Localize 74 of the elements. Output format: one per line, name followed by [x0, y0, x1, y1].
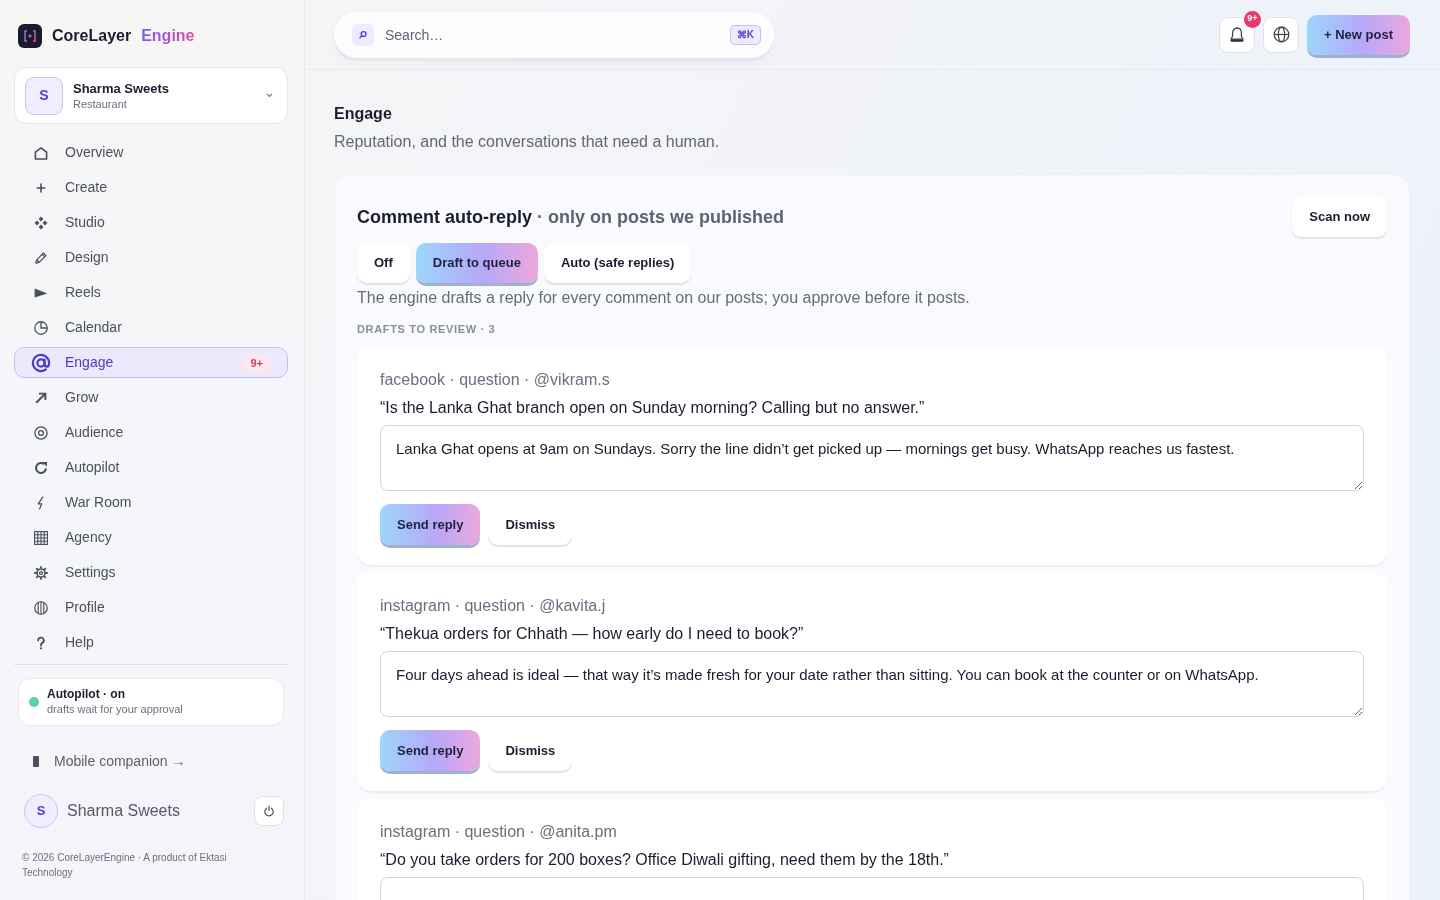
comment-quote: “Thekua orders for Chhath — how early do I need to book?”	[380, 624, 805, 644]
nav-link[interactable]: Audience	[14, 417, 288, 448]
nav-link[interactable]: Agency	[14, 522, 288, 553]
page-subtitle: Reputation, and the conversations that need a human.	[334, 132, 721, 152]
phone-icon	[33, 755, 39, 767]
user-name: Sharma Sweets	[67, 801, 180, 821]
power-button[interactable]	[254, 796, 284, 826]
page-title: Engage	[334, 105, 393, 123]
mode-option[interactable]: Auto (safe replies)	[543, 243, 692, 283]
workspace-type: Restaurant	[73, 96, 127, 111]
shortcut-hint: ⌘K	[729, 24, 761, 45]
reply-field[interactable]: Lanka Ghat opens at 9am on Sundays. Sorry the line didn’t get picked up — mornings get busy. WhatsApp reaches us fastest.	[380, 425, 1364, 491]
at-icon	[31, 352, 51, 373]
mode-option[interactable]: Draft to queue	[415, 243, 538, 283]
diamonds-icon	[33, 214, 49, 231]
autopilot-title: Autopilot · on	[47, 687, 126, 702]
language-button[interactable]	[1263, 16, 1299, 53]
comment-quote: “Is the Lanka Ghat branch open on Sunday morning? Calling but no answer.”	[380, 398, 926, 418]
nav-link[interactable]: Overview	[14, 137, 288, 168]
draft-meta: facebook · question · @vikram.s	[380, 370, 611, 390]
reply-field[interactable]: Four days ahead is ideal — that way it’s made fresh for your date rather than sitting. You can book at the counter or on WhatsApp.	[380, 651, 1364, 717]
power-icon	[263, 805, 275, 817]
new-post-button[interactable]: + New post	[1307, 14, 1410, 55]
dismiss-button[interactable]: Dismiss	[488, 730, 573, 771]
nav-link[interactable]: Autopilot	[14, 452, 288, 483]
logo-icon	[18, 23, 42, 48]
nav-link[interactable]: Design	[14, 242, 288, 273]
footer-text: © 2026 CoreLayerEngine · A product of Ektasi Technology	[22, 851, 228, 880]
grid-icon	[33, 529, 49, 546]
dismiss-button[interactable]: Dismiss	[488, 504, 573, 545]
autopilot-note: drafts wait for your approval	[47, 702, 183, 717]
workspace-avatar: S	[25, 76, 63, 115]
search-box[interactable]: Search… ⌘K	[334, 11, 774, 58]
draft-meta: instagram · question · @kavita.j	[380, 596, 607, 616]
workspace-name: Sharma Sweets	[73, 80, 170, 97]
mode-description: The engine drafts a reply for every comment on our posts; you approve before it posts.	[357, 288, 971, 308]
pencil-icon	[33, 249, 49, 266]
chevron-icon	[266, 93, 273, 98]
mode-option[interactable]: Off	[357, 243, 410, 283]
target-icon	[33, 424, 49, 441]
striped-circle-icon	[33, 599, 49, 616]
comment-quote: “Do you take orders for 200 boxes? Office Diwali gifting, need them by the 18th.”	[380, 850, 950, 870]
drafts-heading: DRAFTS TO REVIEW · 3	[357, 322, 497, 337]
notifications-button[interactable]	[1219, 16, 1255, 53]
nav-link[interactable]: Settings	[14, 557, 288, 588]
nav-link[interactable]: Grow	[14, 382, 288, 413]
send-reply-button[interactable]: Send reply	[380, 730, 481, 771]
section-title: Comment auto-reply	[357, 205, 533, 229]
search-field[interactable]: Search…	[385, 22, 719, 47]
nav-badge: 9+	[242, 353, 271, 372]
house-icon	[33, 144, 49, 161]
draft-meta: instagram · question · @anita.pm	[380, 822, 618, 842]
search-icon	[352, 23, 374, 46]
workspace-switcher[interactable]: S Sharma Sweets Restaurant	[14, 67, 288, 124]
nav-link[interactable]: Engage 9+	[14, 347, 288, 378]
scan-now-button[interactable]: Scan now	[1292, 197, 1387, 237]
nav-link[interactable]: Create	[14, 172, 288, 203]
nav-link[interactable]: Help	[14, 627, 288, 658]
nav-link[interactable]: Studio	[14, 207, 288, 238]
mobile-companion-link[interactable]: Mobile companion →	[14, 751, 186, 771]
brand-name: CoreLayer	[52, 25, 132, 46]
send-reply-button[interactable]: Send reply	[380, 504, 481, 545]
refresh-icon	[33, 459, 49, 476]
clock-icon	[33, 319, 49, 336]
bell-icon	[1228, 25, 1246, 44]
nav-link[interactable]: War Room	[14, 487, 288, 518]
user-avatar: S	[24, 794, 58, 828]
gear-icon	[33, 564, 49, 581]
globe-icon	[1272, 26, 1290, 43]
nav-link[interactable]: Calendar	[14, 312, 288, 343]
nav-link[interactable]: Profile	[14, 592, 288, 623]
notification-badge: 9+	[1244, 10, 1261, 28]
nav-link[interactable]: Reels	[14, 277, 288, 308]
section-qualifier: · only on posts we published	[537, 205, 785, 229]
